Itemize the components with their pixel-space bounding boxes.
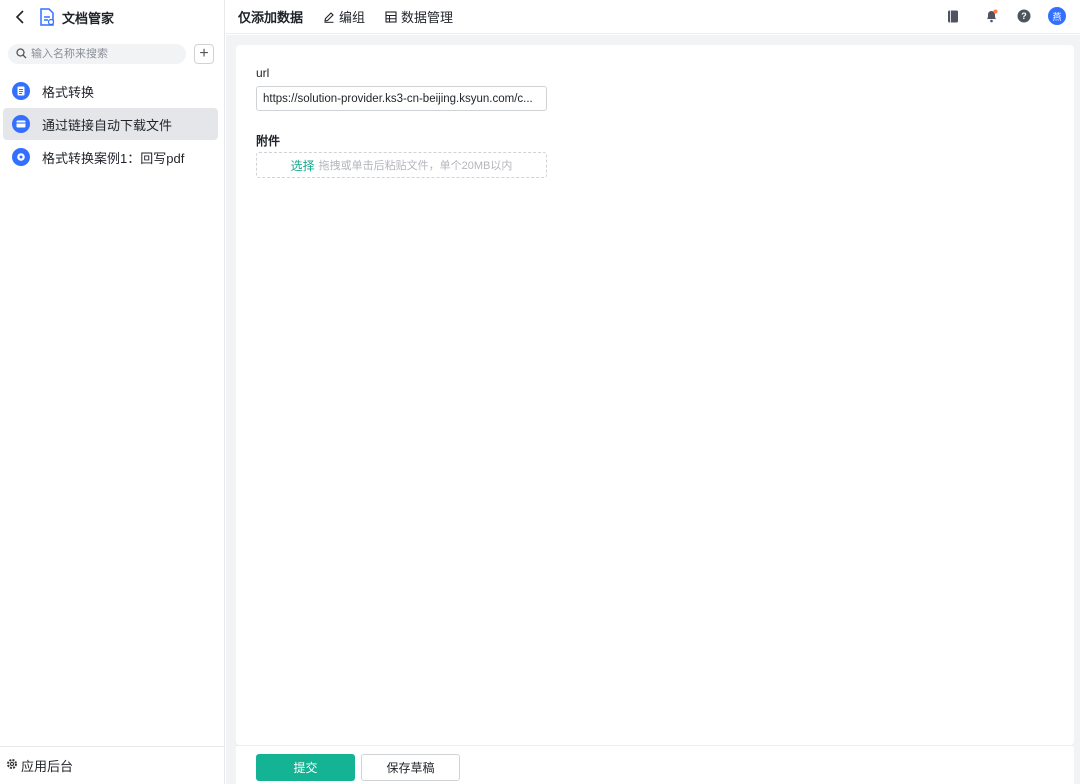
save-draft-button[interactable]: 保存草稿: [361, 754, 460, 781]
form-card: [236, 45, 1074, 745]
sidebar-item-label: 格式转换案例1：回写pdf: [42, 150, 185, 166]
document-icon: [12, 82, 30, 100]
sidebar-item-auto-download[interactable]: 通过链接自动下载文件: [3, 108, 218, 140]
top-right-icons: ? 燕: [944, 7, 1066, 25]
search-box[interactable]: [8, 44, 186, 64]
app-backend-link[interactable]: 应用后台: [0, 746, 224, 784]
attachment-upload-area[interactable]: 选择 拖拽或单击后粘贴文件，单个20MB以内: [256, 152, 547, 178]
upload-hint: 拖拽或单击后粘贴文件，单个20MB以内: [318, 160, 513, 172]
tab-add-data-only[interactable]: 仅添加数据: [238, 7, 303, 26]
tab-label: 数据管理: [401, 10, 454, 25]
bell-icon[interactable]: [982, 7, 1000, 25]
user-avatar[interactable]: 燕: [1048, 7, 1066, 25]
document-app-icon: [38, 8, 56, 26]
sidebar-header: 文档管家: [0, 0, 224, 34]
url-field-label: url: [256, 66, 270, 80]
sidebar: 文档管家 + 格式转换 通过链接自动下载文件 格式转换案例1: [0, 0, 225, 784]
search-icon: [16, 47, 27, 62]
sidebar-item-format-conversion[interactable]: 格式转换: [3, 75, 218, 107]
search-row: +: [8, 44, 214, 64]
tab-label: 编组: [339, 10, 366, 25]
tab-data-management[interactable]: 数据管理: [385, 7, 453, 26]
nav-list: 格式转换 通过链接自动下载文件 格式转换案例1：回写pdf: [0, 75, 224, 174]
book-icon[interactable]: [944, 7, 962, 25]
add-button[interactable]: +: [194, 44, 214, 64]
settings-gear-icon: [6, 758, 18, 773]
pencil-icon: [323, 11, 335, 23]
app-title: 文档管家: [62, 10, 115, 26]
app-backend-label: 应用后台: [21, 759, 74, 774]
top-bar: 仅添加数据 编组 数据管理 ? 燕: [226, 0, 1080, 34]
sidebar-item-label: 通过链接自动下载文件: [42, 117, 173, 133]
select-file-link[interactable]: 选择: [291, 157, 315, 174]
tab-group[interactable]: 编组: [323, 7, 365, 26]
sidebar-item-label: 格式转换: [42, 84, 95, 100]
help-icon[interactable]: ?: [1015, 7, 1033, 25]
svg-text:?: ?: [1021, 11, 1027, 21]
search-input[interactable]: [31, 48, 181, 60]
tab-label: 仅添加数据: [238, 10, 304, 25]
url-field[interactable]: https://solution-provider.ks3-cn-beijing…: [256, 86, 547, 111]
attachment-field-label: 附件: [256, 134, 281, 148]
gear-icon: [12, 148, 30, 166]
table-icon: [385, 10, 397, 23]
sidebar-item-conversion-example[interactable]: 格式转换案例1：回写pdf: [3, 141, 218, 173]
card-icon: [12, 115, 30, 133]
submit-button[interactable]: 提交: [256, 754, 355, 781]
back-arrow-icon[interactable]: [10, 7, 30, 27]
